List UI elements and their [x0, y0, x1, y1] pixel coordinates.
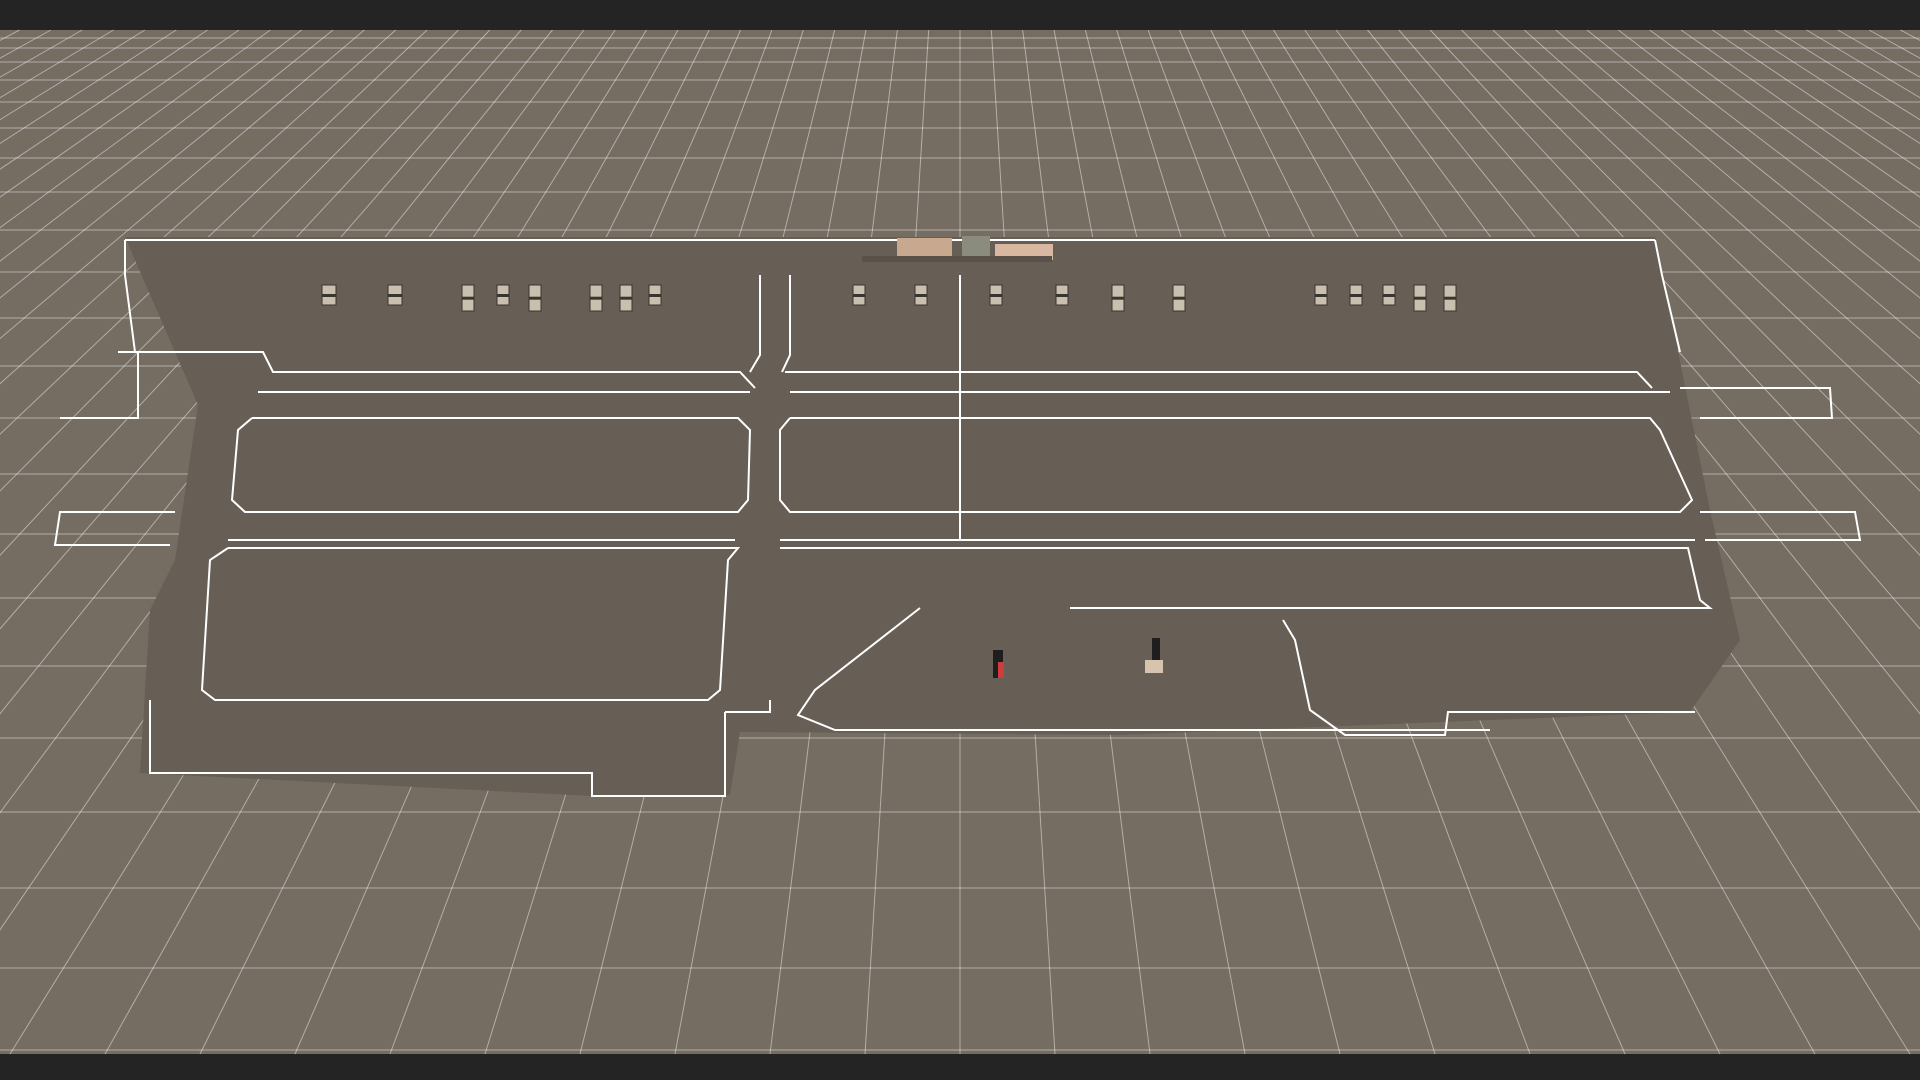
- crate[interactable]: [1055, 284, 1069, 306]
- marker-robot-right-base: [1145, 660, 1163, 673]
- scene-canvas[interactable]: [0, 0, 1920, 1080]
- crate-stripe: [649, 294, 661, 297]
- crate-stripe: [529, 296, 541, 300]
- crate[interactable]: [1314, 284, 1328, 306]
- crate-stripe: [853, 294, 865, 297]
- crate-stripe: [620, 296, 632, 300]
- crate[interactable]: [852, 284, 866, 306]
- crate-stripe: [1383, 294, 1395, 297]
- marker-robot-left-stripe: [998, 662, 1004, 678]
- machine-base: [862, 256, 1052, 262]
- crate-stripe: [1414, 296, 1426, 300]
- crate[interactable]: [528, 284, 542, 312]
- letterbox-bottom: [0, 1054, 1920, 1080]
- crate-stripe: [990, 294, 1002, 297]
- crate[interactable]: [648, 284, 662, 306]
- crate-stripe: [388, 294, 402, 297]
- crate[interactable]: [461, 284, 475, 312]
- marker-robot-left[interactable]: [993, 650, 1004, 678]
- crate[interactable]: [589, 284, 603, 312]
- crate-stripe: [322, 294, 336, 297]
- crate[interactable]: [387, 284, 403, 306]
- letterbox-top: [0, 0, 1920, 30]
- crate[interactable]: [989, 284, 1003, 306]
- crate[interactable]: [914, 284, 928, 306]
- crate[interactable]: [1382, 284, 1396, 306]
- crate-stripe: [1056, 294, 1068, 297]
- crate-stripe: [497, 294, 509, 297]
- crate[interactable]: [1111, 284, 1125, 312]
- crate-stripe: [915, 294, 927, 297]
- crate-stripe: [1173, 296, 1185, 300]
- 3d-viewport[interactable]: [0, 0, 1920, 1080]
- crate-stripe: [1350, 294, 1362, 297]
- crate[interactable]: [1172, 284, 1186, 312]
- crate-stripe: [462, 296, 474, 300]
- crate-stripe: [590, 296, 602, 300]
- crate-stripe: [1444, 296, 1456, 300]
- crate[interactable]: [496, 284, 510, 306]
- crate[interactable]: [619, 284, 633, 312]
- crate-stripe: [1112, 296, 1124, 300]
- crate[interactable]: [1349, 284, 1363, 306]
- crate[interactable]: [321, 284, 337, 306]
- crate[interactable]: [1413, 284, 1427, 312]
- crate[interactable]: [1443, 284, 1457, 312]
- crate-stripe: [1315, 294, 1327, 297]
